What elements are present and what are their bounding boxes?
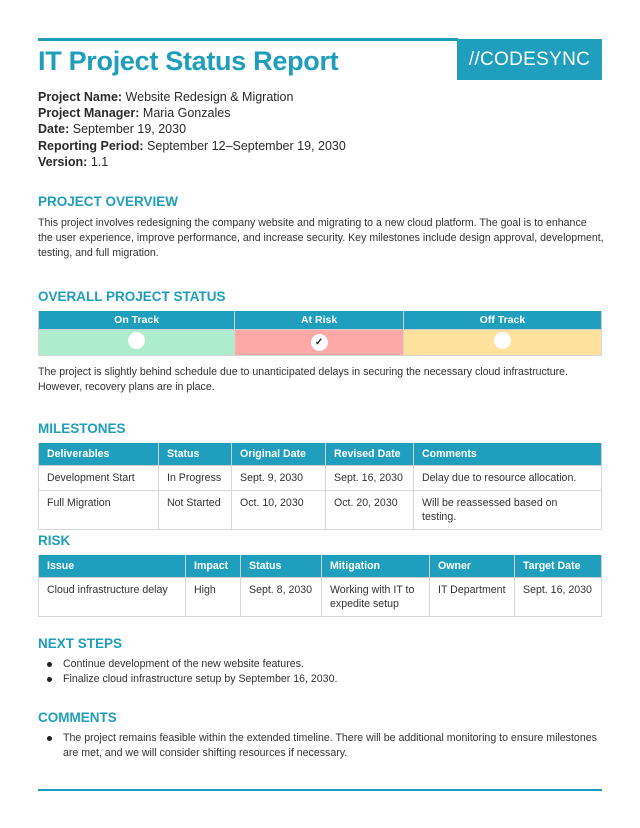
footer-rule	[38, 789, 602, 791]
risk-col-status: Status	[240, 555, 322, 578]
status-cell-off-track	[402, 328, 603, 356]
list-item: Finalize cloud infrastructure setup by S…	[46, 672, 337, 687]
meta-reporting-period: Reporting Period: September 12–September…	[38, 138, 346, 153]
status-col-off-track: Off Track	[402, 311, 603, 330]
project-meta: Project Name: Website Redesign & Migrati…	[38, 89, 346, 170]
cell: Sept. 16, 2030	[325, 464, 414, 491]
status-note: The project is slightly behind schedule …	[38, 366, 568, 393]
milestones-col-revised-date: Revised Date	[325, 443, 414, 466]
risk-col-target-date: Target Date	[514, 555, 602, 578]
cell: IT Department	[429, 576, 515, 617]
list-item: Continue development of the new website …	[46, 657, 337, 672]
comments-list: The project remains feasible within the …	[46, 731, 602, 761]
cell: Delay due to resource allocation.	[413, 464, 602, 491]
cell: Sept. 9, 2030	[231, 464, 326, 491]
header-rule	[38, 38, 458, 41]
company-logo: //CODESYNC	[457, 39, 602, 80]
milestones-col-comments: Comments	[413, 443, 602, 466]
meta-version: Version: 1.1	[38, 154, 109, 169]
status-heading: OVERALL PROJECT STATUS	[38, 289, 226, 304]
milestones-col-deliverables: Deliverables	[38, 443, 159, 466]
table-row: Full Migration Not Started Oct. 10, 2030…	[38, 489, 602, 530]
overview-text: This project involves redesigning the co…	[38, 217, 604, 259]
status-col-on-track: On Track	[37, 311, 236, 330]
comments-heading: COMMENTS	[38, 710, 117, 725]
status-col-at-risk: At Risk	[234, 311, 404, 330]
meta-project-manager: Project Manager: Maria Gonzales	[38, 106, 231, 121]
risk-col-issue: Issue	[38, 555, 186, 578]
cell: Working with IT to expedite setup	[321, 576, 430, 617]
cell: High	[185, 576, 241, 617]
list-item: The project remains feasible within the …	[46, 731, 602, 761]
table-row: Development Start In Progress Sept. 9, 2…	[38, 464, 602, 491]
cell: Oct. 20, 2030	[325, 489, 414, 530]
cell: Development Start	[38, 464, 159, 491]
next-steps-heading: NEXT STEPS	[38, 636, 123, 651]
risk-heading: RISK	[38, 533, 71, 548]
status-cell-at-risk: ✓	[234, 328, 404, 356]
cell: In Progress	[158, 464, 232, 491]
risk-col-impact: Impact	[185, 555, 241, 578]
cell: Sept. 16, 2030	[514, 576, 602, 617]
cell: Not Started	[158, 489, 232, 530]
milestones-heading: MILESTONES	[38, 421, 126, 436]
table-row: Cloud infrastructure delay High Sept. 8,…	[38, 576, 602, 617]
status-cell-on-track	[37, 328, 236, 356]
meta-project-name: Project Name: Website Redesign & Migrati…	[38, 90, 294, 104]
checkmark-icon: ✓	[310, 333, 328, 351]
milestones-col-original-date: Original Date	[231, 443, 326, 466]
risk-col-owner: Owner	[429, 555, 515, 578]
radio-empty-icon	[128, 331, 146, 349]
next-steps-list: Continue development of the new website …	[46, 657, 337, 687]
cell: Cloud infrastructure delay	[38, 576, 186, 617]
cell: Sept. 8, 2030	[240, 576, 322, 617]
cell: Full Migration	[38, 489, 159, 530]
page-title: IT Project Status Report	[38, 46, 339, 76]
milestones-col-status: Status	[158, 443, 232, 466]
risk-col-mitigation: Mitigation	[321, 555, 430, 578]
milestones-table: Deliverables Status Original Date Revise…	[38, 443, 602, 530]
risk-table: Issue Impact Status Mitigation Owner Tar…	[38, 555, 602, 617]
meta-date: Date: September 19, 2030	[38, 122, 187, 137]
radio-empty-icon	[493, 331, 511, 349]
cell: Oct. 10, 2030	[231, 489, 326, 530]
status-table: On Track At Risk Off Track ✓	[37, 311, 603, 356]
cell: Will be reassessed based on testing.	[413, 489, 602, 530]
overview-heading: PROJECT OVERVIEW	[38, 194, 179, 209]
